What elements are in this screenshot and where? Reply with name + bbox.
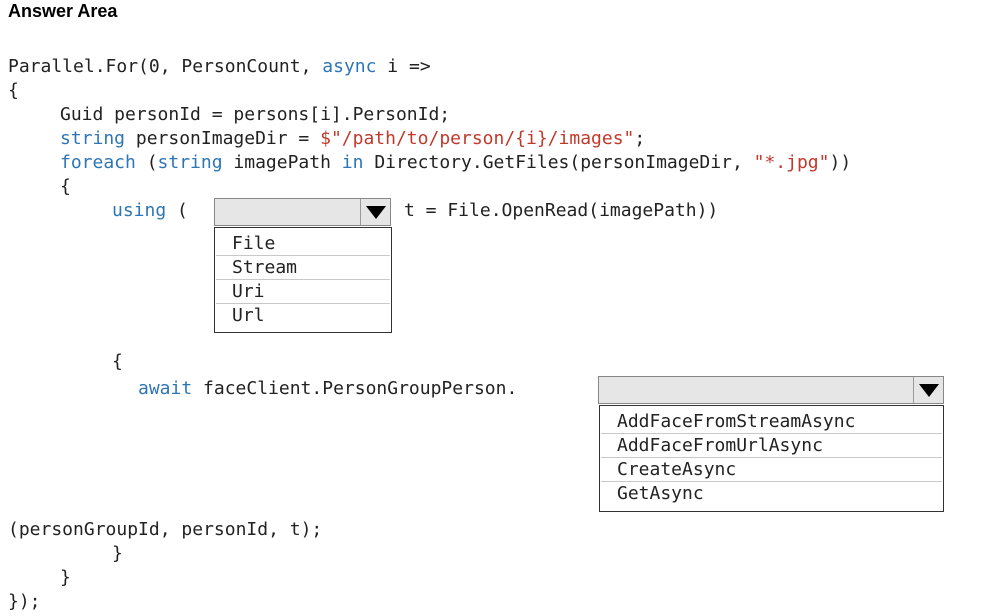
- method-option-addfacefromstreamasync[interactable]: AddFaceFromStreamAsync: [601, 410, 942, 434]
- code-line-6: {: [60, 175, 71, 199]
- code-line-13: });: [8, 590, 41, 614]
- code-line-12: }: [60, 566, 71, 590]
- code-line-3: Guid personId = persons[i].PersonId;: [60, 103, 450, 127]
- method-option-getasync[interactable]: GetAsync: [601, 482, 942, 506]
- type-option-stream[interactable]: Stream: [216, 256, 390, 280]
- triangle-down-icon[interactable]: [360, 199, 390, 225]
- code-line-11: }: [112, 542, 123, 566]
- triangle-down-icon[interactable]: [913, 377, 943, 403]
- code-line-2: {: [8, 79, 19, 103]
- method-option-addfacefromurlasync[interactable]: AddFaceFromUrlAsync: [601, 434, 942, 458]
- type-option-url[interactable]: Url: [216, 304, 390, 328]
- type-options-list: File Stream Uri Url: [214, 227, 392, 333]
- type-option-file[interactable]: File: [216, 232, 390, 256]
- code-line-9: await faceClient.PersonGroupPerson.: [138, 377, 517, 401]
- code-line-7-prefix: using (: [112, 199, 188, 223]
- method-dropdown[interactable]: [598, 376, 944, 404]
- type-dropdown[interactable]: [214, 198, 391, 226]
- code-line-7-suffix: t = File.OpenRead(imagePath)): [404, 199, 718, 223]
- type-option-uri[interactable]: Uri: [216, 280, 390, 304]
- code-line-8: {: [112, 350, 123, 374]
- code-line-4: string personImageDir = $"/path/to/perso…: [60, 127, 645, 151]
- method-option-createasync[interactable]: CreateAsync: [601, 458, 942, 482]
- answer-area-title: Answer Area: [8, 1, 117, 22]
- code-line-5: foreach (string imagePath in Directory.G…: [60, 151, 851, 175]
- code-line-10: (personGroupId, personId, t);: [8, 518, 322, 542]
- code-line-1: Parallel.For(0, PersonCount, async i =>: [8, 55, 431, 79]
- method-options-list: AddFaceFromStreamAsync AddFaceFromUrlAsy…: [599, 405, 944, 512]
